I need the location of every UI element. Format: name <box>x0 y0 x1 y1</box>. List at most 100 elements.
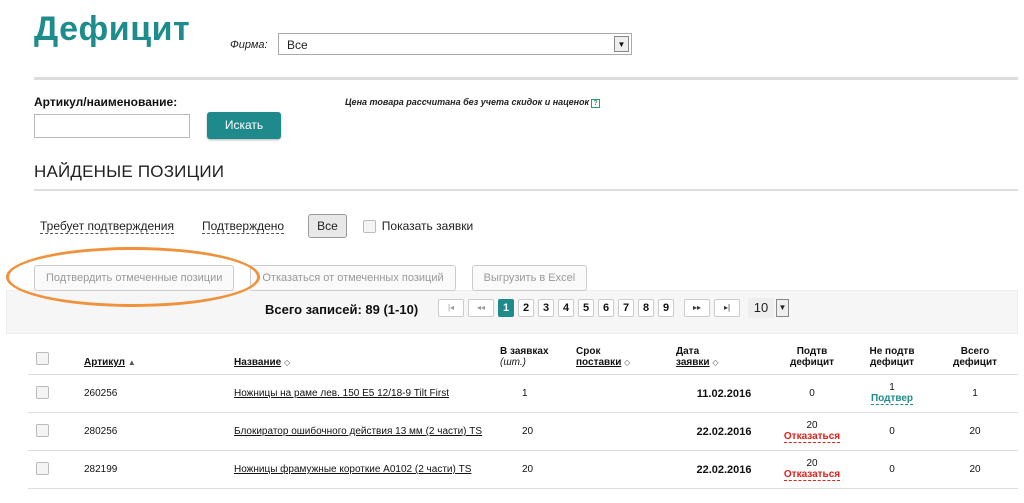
reject-selected-button[interactable]: Отказаться от отмеченных позиций <box>250 265 456 291</box>
chevron-down-icon[interactable]: ▼ <box>614 36 629 52</box>
col-total-label-2: дефицит <box>953 357 997 368</box>
row-checkbox[interactable] <box>36 461 49 475</box>
sort-icon: ◇ <box>712 358 719 367</box>
col-in-orders: В заявках (шт.) <box>500 342 576 375</box>
search-label: Артикул/наименование: <box>34 95 178 109</box>
unconfirmed-deficit-cell: 0 <box>852 450 932 489</box>
page-button[interactable]: 9 <box>658 299 674 317</box>
pagination: |◂ ◂◂ 1 2 3 4 5 6 7 8 9 ▸▸ ▸| <box>438 299 740 317</box>
reject-link[interactable]: Отказаться <box>783 469 841 481</box>
show-orders-toggle[interactable]: Показать заявки <box>362 219 474 233</box>
price-note: Цена товара рассчитана без учета скидок … <box>345 97 601 108</box>
col-total-label-1: Всего <box>960 346 990 357</box>
col-order-date-label-1: Дата <box>676 346 700 357</box>
page-button[interactable]: 7 <box>618 299 634 317</box>
in-orders-cell: 20 <box>500 450 576 489</box>
row-select-cell <box>28 450 84 489</box>
divider <box>34 77 1018 80</box>
page-button[interactable]: 8 <box>638 299 654 317</box>
col-unconfirmed-label-2: дефицит <box>870 357 914 368</box>
col-article[interactable]: Артикул ▲ <box>84 342 234 375</box>
last-page-button[interactable]: ▸| <box>714 299 740 317</box>
show-orders-label: Показать заявки <box>381 219 474 233</box>
filter-all-button[interactable]: Все <box>308 214 347 238</box>
prev-page-button[interactable]: ◂◂ <box>468 299 494 317</box>
search-button[interactable]: Искать <box>207 112 281 139</box>
col-unconfirmed-label-1: Не подтв <box>869 346 915 357</box>
action-buttons: Подтвердить отмеченные позиции Отказатьс… <box>34 265 588 291</box>
page-button[interactable]: 2 <box>518 299 534 317</box>
unconfirmed-deficit-cell: 0 <box>852 412 932 451</box>
status-filters: Требует подтверждения Подтверждено Все П… <box>40 214 473 238</box>
show-orders-checkbox[interactable] <box>362 219 376 233</box>
confirm-selected-button[interactable]: Подтвердить отмеченные позиции <box>34 265 235 291</box>
page-size-select[interactable]: 10 ▼ <box>748 298 789 318</box>
row-checkbox[interactable] <box>36 423 49 437</box>
item-name-link[interactable]: Ножницы на раме лев. 150 Е5 12/18-9 Tilt… <box>234 388 449 399</box>
col-order-date[interactable]: Дата заявки ◇ <box>676 342 772 375</box>
unconfirmed-value: 1 <box>889 382 895 393</box>
in-orders-cell: 1 <box>500 374 576 413</box>
item-name-link[interactable]: Блокиратор ошибочного действия 13 мм (2 … <box>234 426 482 437</box>
sort-icon: ◇ <box>283 358 291 367</box>
in-orders-cell: 20 <box>500 412 576 451</box>
article-cell: 282199 <box>84 450 234 489</box>
confirmed-deficit-cell: 20 Отказаться <box>772 450 852 489</box>
order-date-cell: 22.02.2016 <box>676 412 772 451</box>
confirmed-deficit-cell: 0 <box>772 374 852 413</box>
select-all-cell <box>28 342 84 375</box>
unconfirmed-value: 0 <box>889 426 895 437</box>
delivery-cell <box>576 412 676 451</box>
page-button[interactable]: 3 <box>538 299 554 317</box>
reject-link[interactable]: Отказаться <box>783 431 841 443</box>
table-row: 260256 Ножницы на раме лев. 150 Е5 12/18… <box>28 374 1018 413</box>
unconfirmed-value: 0 <box>889 464 895 475</box>
name-cell: Блокиратор ошибочного действия 13 мм (2 … <box>234 412 500 451</box>
table-row: 282199 Ножницы фрамужные короткие А0102 … <box>28 450 1018 489</box>
delivery-cell <box>576 374 676 413</box>
col-confirmed-deficit: Подтв дефицит <box>772 342 852 375</box>
filter-requires-confirmation[interactable]: Требует подтверждения <box>40 219 174 234</box>
price-note-text: Цена товара рассчитана без учета скидок … <box>345 97 590 107</box>
search-input[interactable] <box>34 114 190 138</box>
col-in-orders-unit: (шт.) <box>500 357 526 368</box>
row-select-cell <box>28 412 84 451</box>
col-order-date-label-2: заявки <box>676 357 710 368</box>
chevron-down-icon[interactable]: ▼ <box>776 299 789 317</box>
page-button[interactable]: 6 <box>598 299 614 317</box>
divider <box>34 189 1018 191</box>
page-button[interactable]: 4 <box>558 299 574 317</box>
col-delivery[interactable]: Срок поставки ◇ <box>576 342 676 375</box>
row-select-cell <box>28 374 84 413</box>
row-checkbox[interactable] <box>36 385 49 399</box>
article-cell: 280256 <box>84 412 234 451</box>
total-records: Всего записей: 89 (1-10) <box>265 302 419 317</box>
col-confirmed-label-2: дефицит <box>790 357 834 368</box>
sort-asc-icon: ▲ <box>127 358 136 367</box>
export-excel-button[interactable]: Выгрузить в Excel <box>471 265 588 291</box>
col-article-label: Артикул <box>84 357 126 368</box>
col-delivery-label-2: поставки <box>576 357 622 368</box>
confirm-link[interactable]: Подтвер <box>870 393 914 405</box>
page-button[interactable]: 5 <box>578 299 594 317</box>
select-all-checkbox[interactable] <box>36 352 49 365</box>
help-icon[interactable]: ? <box>591 99 601 108</box>
page-button[interactable]: 1 <box>498 299 514 317</box>
article-cell: 260256 <box>84 374 234 413</box>
col-in-orders-label: В заявках <box>500 346 549 357</box>
firm-select[interactable]: Все ▼ <box>278 33 632 55</box>
page-title: Дефицит <box>34 10 191 48</box>
col-total-deficit: Всего дефицит <box>932 342 1018 375</box>
item-name-link[interactable]: Ножницы фрамужные короткие А0102 (2 част… <box>234 464 471 475</box>
unconfirmed-deficit-cell: 1 Подтвер <box>852 374 932 413</box>
next-page-button[interactable]: ▸▸ <box>684 299 710 317</box>
col-name-label: Название <box>234 357 282 368</box>
total-deficit-cell: 20 <box>932 450 1018 489</box>
col-name[interactable]: Название ◇ <box>234 342 500 375</box>
confirmed-value: 0 <box>809 388 815 399</box>
first-page-button[interactable]: |◂ <box>438 299 464 317</box>
delivery-cell <box>576 450 676 489</box>
table-row: 280256 Блокиратор ошибочного действия 13… <box>28 412 1018 451</box>
filter-confirmed[interactable]: Подтверждено <box>201 219 285 234</box>
page-size-value: 10 <box>748 298 774 318</box>
